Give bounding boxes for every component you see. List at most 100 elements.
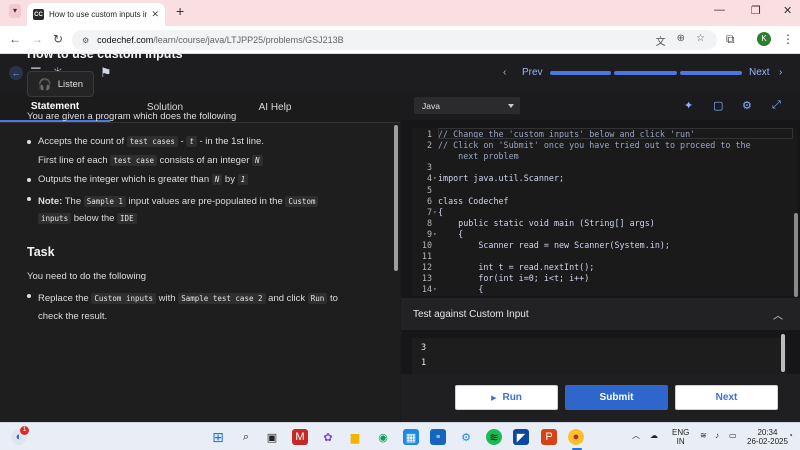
editor-scrollbar[interactable] xyxy=(794,213,798,297)
chevron-up-icon[interactable]: ︿ xyxy=(773,307,783,322)
prev-chevron-icon[interactable]: ‹ xyxy=(503,67,506,78)
forward-arrow-icon[interactable]: → xyxy=(31,32,43,46)
text: and click xyxy=(265,293,308,304)
collapse-arrow-icon[interactable]: ← xyxy=(9,66,23,80)
spotify-icon[interactable]: ≋ xyxy=(486,429,502,445)
inline-code: inputs xyxy=(38,213,72,224)
photos-icon[interactable]: ◤ xyxy=(513,429,529,445)
submit-button[interactable]: Submit xyxy=(565,385,668,410)
inline-code: test cases xyxy=(126,136,178,147)
edge-icon[interactable]: ◉ xyxy=(375,429,391,445)
minimize-icon[interactable]: — xyxy=(714,4,725,16)
language-select[interactable]: Java xyxy=(414,97,520,114)
next-button[interactable]: Next xyxy=(675,385,778,410)
fold-chevron-icon[interactable]: ▾ xyxy=(433,209,437,216)
extensions-icon[interactable]: ⧉ xyxy=(726,32,735,47)
task-intro: You need to do the following xyxy=(27,271,147,282)
custom-input-line: 3 xyxy=(421,343,427,353)
tab-search-icon[interactable]: ▾ xyxy=(9,4,21,18)
settings-app-icon[interactable]: ⚙ xyxy=(458,429,474,445)
line-number: 4 xyxy=(426,173,432,184)
url-host: codechef.com xyxy=(97,35,154,45)
browser-menu-icon[interactable]: ⋮ xyxy=(782,32,794,46)
fold-chevron-icon[interactable]: ▾ xyxy=(433,286,437,293)
chrome-icon[interactable]: ● xyxy=(568,429,584,445)
inline-var: 1 xyxy=(237,174,249,185)
fullscreen-icon[interactable]: ⤢ xyxy=(772,99,781,112)
inline-var: t xyxy=(186,136,197,147)
code-line: { xyxy=(438,228,464,239)
custom-input-field[interactable]: 3 1 xyxy=(412,338,786,374)
text: First line of each xyxy=(38,155,111,166)
chat-icon[interactable]: ▢ xyxy=(713,99,723,112)
bookmark-star-icon[interactable]: ☆ xyxy=(696,33,705,48)
volume-icon[interactable]: ♪ xyxy=(715,431,719,440)
app-icon[interactable]: ≡ xyxy=(430,429,446,445)
code-line: next problem xyxy=(438,151,519,162)
windows-taskbar: ◐ 1 ⊞ ⌕ ▣ M ✿ ▆ ◉ ▦ ≡ ⚙ ≋ ◤ P ● ︿ ☁ ENG … xyxy=(0,422,800,450)
notifications-icon[interactable]: ◔ xyxy=(788,431,793,440)
fold-chevron-icon[interactable]: ▾ xyxy=(433,175,437,182)
date: 26-02-2025 xyxy=(747,437,788,446)
inline-code: Custom xyxy=(285,196,319,207)
close-tab-icon[interactable]: ✕ xyxy=(151,9,159,20)
zoom-icon[interactable]: ⊕ xyxy=(677,33,685,48)
clock[interactable]: 20:34 26-02-2025 xyxy=(747,428,788,446)
cloud-icon[interactable]: ☁ xyxy=(650,431,658,440)
browser-tab[interactable]: CC How to use custom inputs in Ja ✕ xyxy=(27,3,165,26)
progress-segment-3 xyxy=(680,71,742,75)
problem-statement: How to use custom inputs 🎧 Listen You ar… xyxy=(27,47,387,326)
language-value: Java xyxy=(422,100,440,111)
magic-wand-icon[interactable]: ✦ xyxy=(684,99,693,112)
inline-code: Sample test case 2 xyxy=(178,293,266,304)
region-code: IN xyxy=(676,437,685,446)
powerpoint-icon[interactable]: P xyxy=(541,429,557,445)
lang-code: ENG xyxy=(672,428,690,437)
store-icon[interactable]: ▦ xyxy=(403,429,419,445)
restore-icon[interactable]: ❐ xyxy=(751,4,761,17)
settings-gear-icon[interactable]: ⚙ xyxy=(742,99,752,112)
code-line: int t = read.nextInt(); xyxy=(438,262,595,273)
code-line: class Codechef xyxy=(438,195,509,206)
mcafee-icon[interactable]: M xyxy=(292,429,308,445)
window-close-icon[interactable]: ✕ xyxy=(783,4,792,17)
tray-overflow-icon[interactable]: ︿ xyxy=(632,431,640,440)
line-number: 12 xyxy=(421,262,432,273)
translate-icon[interactable]: 文 xyxy=(656,33,666,48)
listen-button[interactable]: 🎧 Listen xyxy=(27,71,95,97)
profile-avatar[interactable]: K xyxy=(757,32,771,46)
line-number: 3 xyxy=(426,162,432,173)
inline-code: Sample 1 xyxy=(83,196,126,207)
inline-var: N xyxy=(211,174,223,185)
editor-toolbar: Java ✦ ▢ ⚙ ⤢ xyxy=(401,92,800,120)
line-number: 5 xyxy=(426,184,432,195)
line-number: 11 xyxy=(421,251,432,262)
file-explorer-icon[interactable]: ▆ xyxy=(347,429,363,445)
reload-icon[interactable]: ↻ xyxy=(53,32,63,46)
task-view-icon[interactable]: ▣ xyxy=(264,429,280,445)
custom-input-header[interactable]: Test against Custom Input ︿ xyxy=(401,298,800,330)
prev-button[interactable]: Prev xyxy=(522,67,543,78)
new-tab-icon[interactable]: + xyxy=(176,3,184,19)
site-info-icon[interactable]: ⚙ xyxy=(82,36,89,45)
code-editor[interactable]: 1// Change the 'custom inputs' below and… xyxy=(412,128,797,296)
fold-chevron-icon[interactable]: ▾ xyxy=(433,231,437,238)
next-nav-button[interactable]: Next xyxy=(749,67,770,78)
problem-title: How to use custom inputs xyxy=(27,47,183,61)
custom-input-scrollbar[interactable] xyxy=(781,334,785,372)
next-chevron-icon[interactable]: › xyxy=(779,67,782,78)
tab-title: How to use custom inputs in Ja xyxy=(49,10,148,19)
inline-code: test case xyxy=(110,155,157,166)
language-indicator[interactable]: ENG IN xyxy=(672,428,689,446)
back-arrow-icon[interactable]: ← xyxy=(9,32,21,46)
wifi-icon[interactable]: ≋ xyxy=(700,431,707,440)
run-button[interactable]: ▶ Run xyxy=(455,385,558,410)
search-icon[interactable]: ⌕ xyxy=(238,429,254,445)
copilot-icon[interactable]: ✿ xyxy=(320,429,336,445)
chevron-down-icon xyxy=(508,104,514,108)
statement-scrollbar[interactable] xyxy=(394,125,398,271)
line-number: 6 xyxy=(426,195,432,206)
battery-icon[interactable]: ▭ xyxy=(729,431,737,440)
list-item: Outputs the integer which is greater tha… xyxy=(27,174,387,185)
windows-start-icon[interactable]: ⊞ xyxy=(210,429,226,445)
